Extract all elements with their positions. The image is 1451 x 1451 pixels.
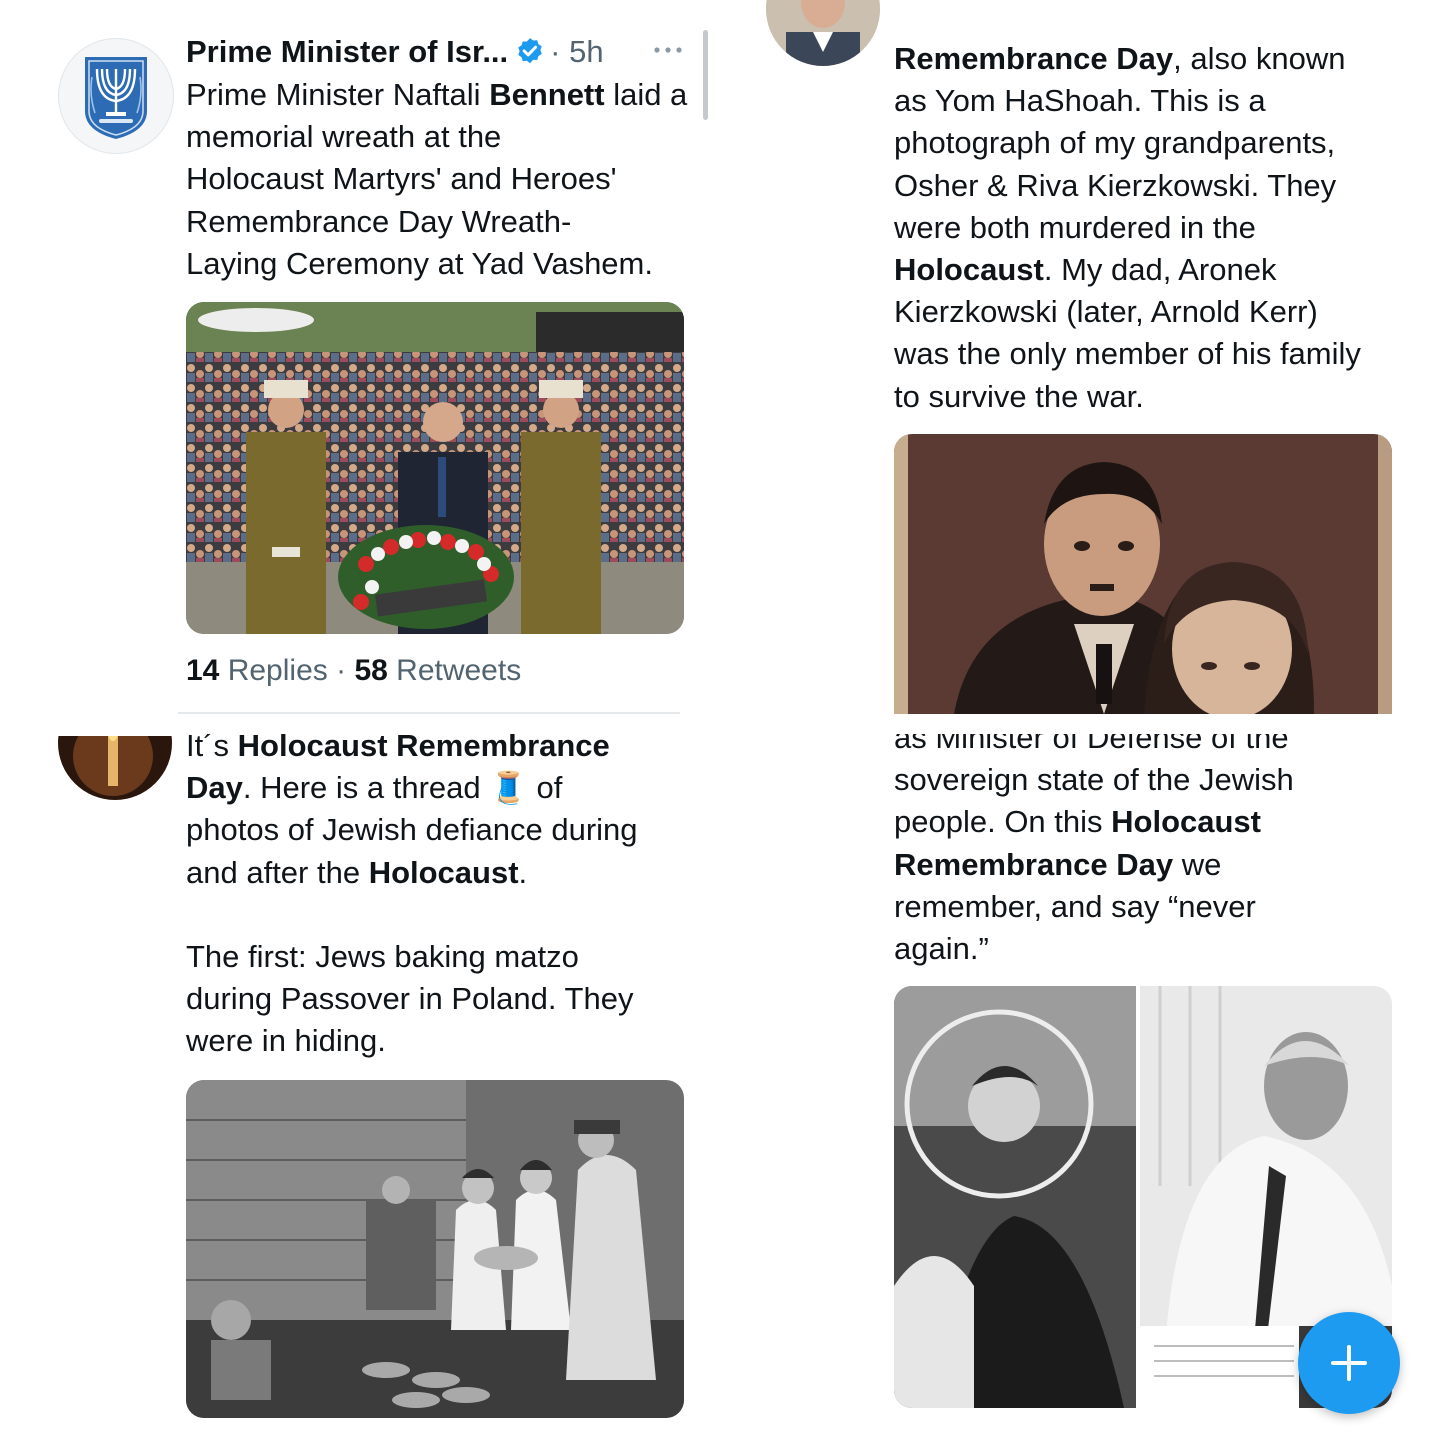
user-photo-icon: [766, 0, 880, 66]
tweet-divider: [178, 712, 680, 714]
author-name[interactable]: Prime Minister of Isr...: [186, 34, 508, 70]
engagement-stats: 14 Replies · 58 Retweets: [186, 654, 522, 687]
thread-spool-icon: 🧵: [489, 770, 528, 806]
retweets-link[interactable]: 58 Retweets: [354, 654, 521, 687]
compose-tweet-button[interactable]: [1298, 1312, 1400, 1414]
tweet-text: Prime Minister Naftali Bennett laid a me…: [186, 77, 688, 281]
avatar-state-emblem[interactable]: [58, 38, 174, 154]
ceremony-photo: [186, 302, 684, 634]
tweet-photo-grandparents[interactable]: [894, 434, 1392, 714]
verified-badge-icon: [518, 38, 542, 64]
candle-photo-icon: [58, 736, 172, 800]
tweet-text: Remembrance Day, also known as Yom HaSho…: [894, 41, 1361, 414]
more-dots-icon[interactable]: [652, 40, 684, 60]
avatar-user[interactable]: [766, 0, 880, 66]
scroll-indicator[interactable]: [703, 30, 708, 120]
avatar-candle[interactable]: [58, 736, 172, 800]
tweet-photo-ceremony[interactable]: [186, 302, 684, 634]
state-emblem-menorah-icon: [85, 57, 147, 139]
plus-icon: [1331, 1345, 1367, 1381]
tweet-photo-matzo[interactable]: [186, 1080, 684, 1418]
tweet-timestamp[interactable]: · 5h: [550, 34, 603, 70]
sepia-portrait-photo: [894, 434, 1392, 714]
replies-link[interactable]: 14 Replies: [186, 654, 328, 687]
tweet-text: as Minister of Defense of the sovereign …: [894, 734, 1294, 967]
matzo-baking-photo: [186, 1080, 684, 1418]
tweet-text: It´s Holocaust Remembrance Day. Here is …: [186, 734, 638, 1059]
